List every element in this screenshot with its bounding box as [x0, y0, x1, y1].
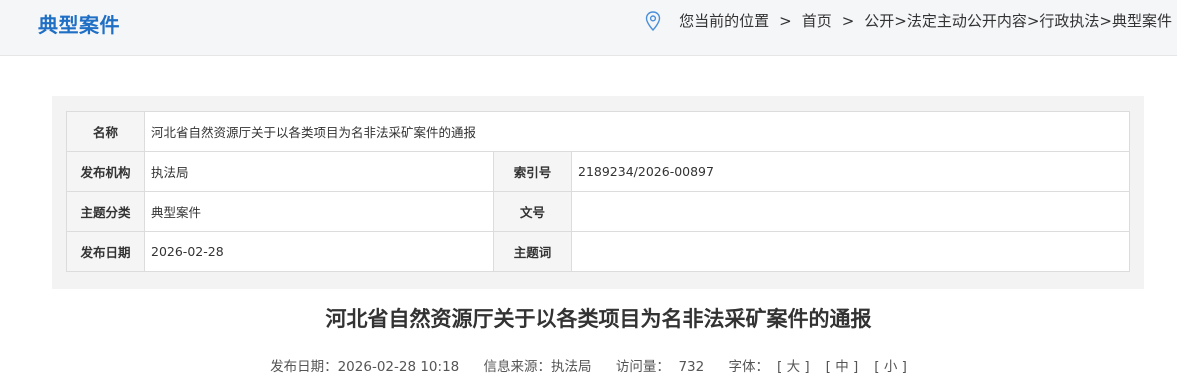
visits-count: 732 — [678, 359, 705, 375]
visits-label: 访问量： — [615, 359, 670, 375]
location-label: 您当前的位置 — [679, 12, 770, 30]
name-label: 名称 — [66, 111, 145, 152]
visits: 访问量： 732 — [616, 359, 704, 375]
font-large-button[interactable]: [ 大 ] — [777, 359, 810, 375]
breadcrumb-home-link[interactable]: 首页 — [802, 10, 832, 31]
publisher-label: 发布机构 — [66, 151, 145, 192]
index-label: 索引号 — [493, 151, 572, 192]
docno-label: 文号 — [493, 191, 572, 232]
breadcrumb-separator: > — [841, 11, 855, 30]
index-value: 2189234/2026-00897 — [571, 151, 1130, 192]
table-row: 主题分类 典型案件 文号 — [66, 191, 1130, 232]
keywords-value — [571, 231, 1130, 272]
name-value: 河北省自然资源厅关于以各类项目为名非法采矿案件的通报 — [144, 111, 1130, 152]
keywords-label: 主题词 — [493, 231, 572, 272]
font-size-controls: 字体： [ 大 ] [ 中 ] [ 小 ] — [729, 359, 915, 375]
section-title: 典型案件 — [38, 13, 120, 37]
font-small-button[interactable]: [ 小 ] — [874, 359, 907, 375]
date-value: 2026-02-28 — [144, 231, 494, 272]
topic-label: 主题分类 — [66, 191, 145, 232]
breadcrumb-separator: > — [779, 11, 792, 30]
publish-time: 发布日期：2026-02-28 10:18 — [270, 359, 460, 375]
publisher-value: 执法局 — [144, 151, 494, 192]
document-meta-panel: 名称 河北省自然资源厅关于以各类项目为名非法采矿案件的通报 发布机构 执法局 索… — [52, 96, 1144, 289]
font-medium-button[interactable]: [ 中 ] — [826, 359, 859, 375]
article-info-bar: 发布日期：2026-02-28 10:18 信息来源：执法局 访问量： 732 … — [0, 355, 1177, 375]
top-bar: 典型案件 您当前的位置 > 首页 > 公开>法定主动公开内容>行政执法>典型案件 — [0, 0, 1177, 56]
table-row: 名称 河北省自然资源厅关于以各类项目为名非法采矿案件的通报 — [66, 111, 1130, 152]
docno-value — [571, 191, 1130, 232]
table-row: 发布机构 执法局 索引号 2189234/2026-00897 — [66, 151, 1130, 192]
table-row: 发布日期 2026-02-28 主题词 — [66, 231, 1130, 272]
document-meta-table: 名称 河北省自然资源厅关于以各类项目为名非法采矿案件的通报 发布机构 执法局 索… — [66, 111, 1130, 272]
date-label: 发布日期 — [66, 231, 145, 272]
breadcrumb: 您当前的位置 > 首页 > 公开>法定主动公开内容>行政执法>典型案件 — [645, 10, 1172, 31]
article-title: 河北省自然资源厅关于以各类项目为名非法采矿案件的通报 — [325, 307, 872, 331]
info-source: 信息来源：执法局 — [483, 359, 592, 375]
font-size-label: 字体： — [728, 359, 770, 375]
breadcrumb-path-link[interactable]: 公开>法定主动公开内容>行政执法>典型案件 — [864, 10, 1172, 31]
location-pin-icon — [645, 10, 661, 31]
topic-value: 典型案件 — [144, 191, 494, 232]
